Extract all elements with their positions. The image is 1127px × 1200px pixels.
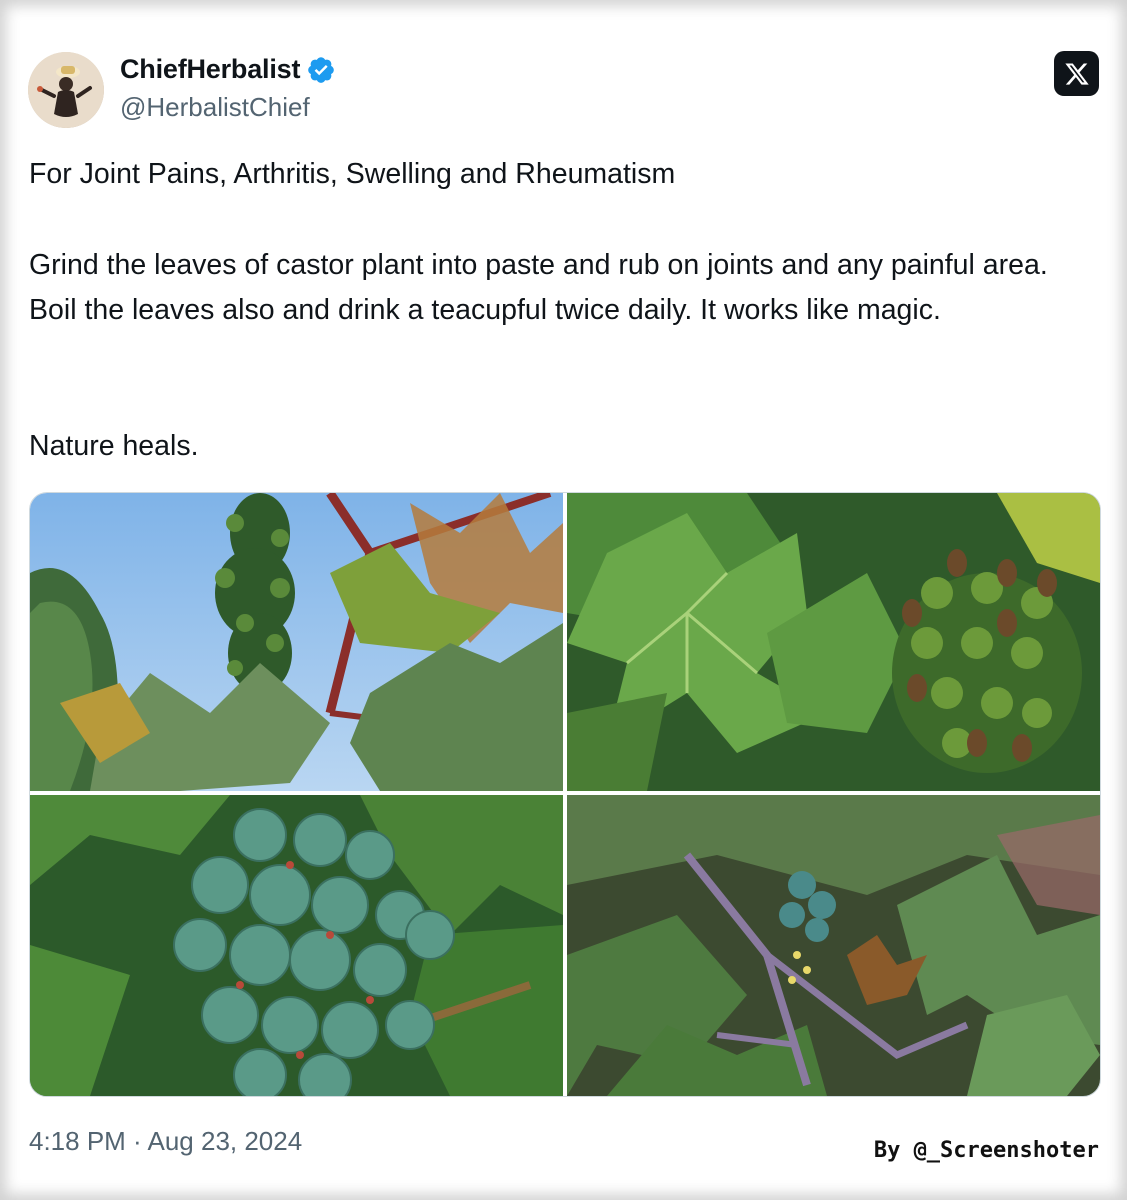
post-timestamp[interactable]: 4:18 PM · Aug 23, 2024 [29, 1126, 302, 1157]
display-name[interactable]: ChiefHerbalist [120, 54, 300, 85]
author-handle[interactable]: @HerbalistChief [120, 92, 310, 123]
x-logo-icon[interactable] [1054, 51, 1099, 96]
avatar-icon [28, 52, 104, 128]
post-body: Grind the leaves of castor plant into pa… [29, 249, 1048, 326]
avatar[interactable] [28, 52, 104, 128]
verified-badge-icon [306, 55, 336, 85]
author-name[interactable]: ChiefHerbalist [120, 54, 336, 85]
media-image-1[interactable] [30, 493, 563, 791]
media-image-4[interactable] [567, 795, 1100, 1096]
post-title-line: For Joint Pains, Arthritis, Swelling and… [29, 158, 676, 190]
media-grid [29, 492, 1101, 1097]
post-closing: Nature heals. [29, 430, 199, 462]
media-image-2[interactable] [567, 493, 1100, 791]
media-image-3[interactable] [30, 795, 563, 1096]
screenshot-credit: By @_Screenshoter [873, 1138, 1099, 1163]
